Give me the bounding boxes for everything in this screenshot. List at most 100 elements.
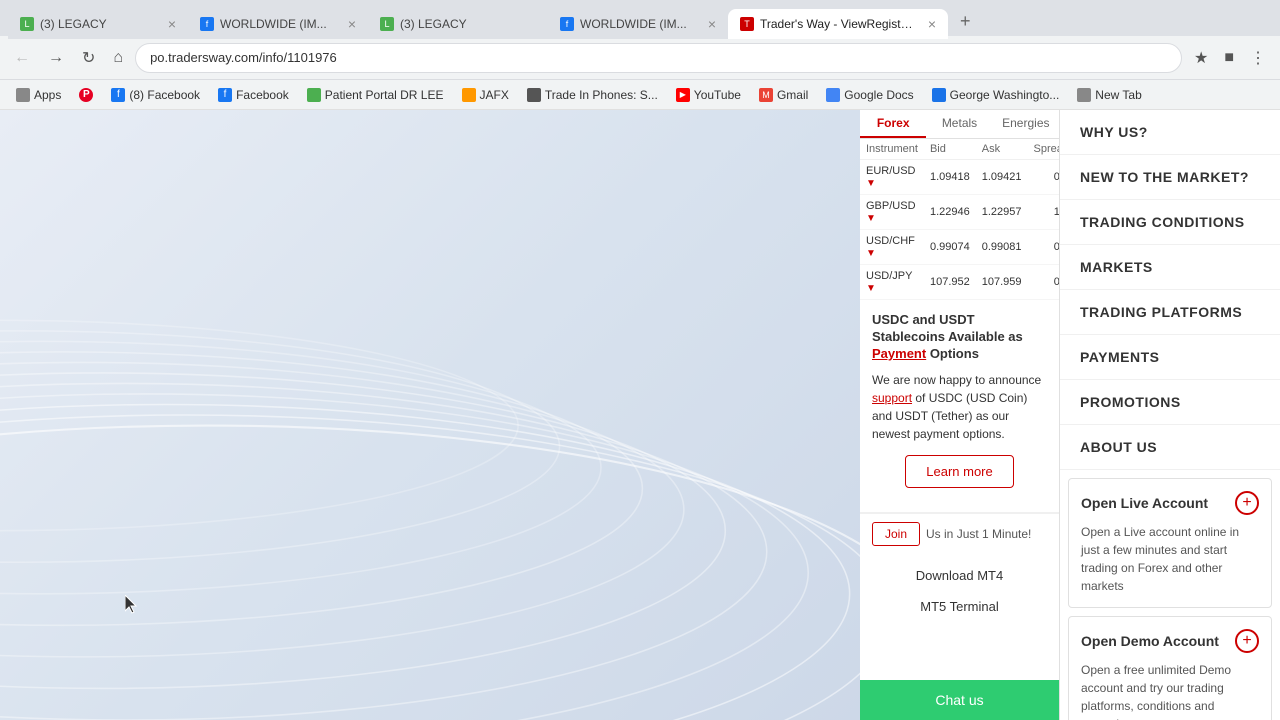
market-ask: 1.22957 <box>976 195 1028 230</box>
right-nav-item-new-market[interactable]: NEW TO THE MARKET? <box>1060 155 1280 200</box>
tab-close-1[interactable]: × <box>168 16 176 32</box>
market-tab-energies[interactable]: Energies <box>993 110 1059 138</box>
nav-icons: ★ ■ ⋮ <box>1188 44 1272 72</box>
new-tab-button[interactable]: + <box>952 11 979 32</box>
demo-account-plus-button[interactable]: + <box>1235 629 1259 653</box>
platform-links: Download MT4 MT5 Terminal <box>860 554 1059 628</box>
tab-close-2[interactable]: × <box>348 16 356 32</box>
bookmark-apps[interactable]: Apps <box>8 86 69 104</box>
market-panel: Forex Metals Energies Instrument Bid Ask… <box>860 110 1060 720</box>
market-spread: 1.1 <box>1028 195 1061 230</box>
bookmark-facebook[interactable]: f Facebook <box>210 86 297 104</box>
bookmark-gwashington-label: George Washingto... <box>950 88 1060 102</box>
market-ask: 107.959 <box>976 265 1028 300</box>
bookmark-newtab-label: New Tab <box>1095 88 1141 102</box>
bookmark-gwashington[interactable]: George Washingto... <box>924 86 1068 104</box>
right-nav-item-promotions[interactable]: PROMOTIONS <box>1060 380 1280 425</box>
join-button[interactable]: Join <box>872 522 920 546</box>
newtab-icon <box>1077 88 1091 102</box>
bookmark-jafx-label: JAFX <box>480 88 509 102</box>
right-nav-item-trading-conditions[interactable]: TRADING CONDITIONS <box>1060 200 1280 245</box>
chat-button[interactable]: Chat us <box>860 680 1059 720</box>
menu-button[interactable]: ⋮ <box>1244 44 1272 72</box>
wave-background <box>0 110 860 720</box>
back-button[interactable]: ← <box>8 45 36 71</box>
gmail-icon: M <box>759 88 773 102</box>
right-nav-item-payments[interactable]: PAYMENTS <box>1060 335 1280 380</box>
bookmark-jafx[interactable]: JAFX <box>454 86 517 104</box>
support-link[interactable]: support <box>872 391 912 405</box>
bookmark-gmail-label: Gmail <box>777 88 808 102</box>
market-instrument: GBP/USD ▼ <box>860 195 924 230</box>
market-spread: 0.7 <box>1028 265 1061 300</box>
bookmark-patient-portal[interactable]: Patient Portal DR LEE <box>299 86 452 104</box>
main-content <box>0 110 860 720</box>
bookmark-star-button[interactable]: ★ <box>1188 44 1214 72</box>
payment-link[interactable]: Payment <box>872 346 926 361</box>
tab-favicon-2: f <box>200 17 214 31</box>
right-nav-item-markets[interactable]: MARKETS <box>1060 245 1280 290</box>
tab-favicon-1: L <box>20 17 34 31</box>
bookmark-trade-phones-label: Trade In Phones: S... <box>545 88 658 102</box>
gwashington-icon <box>932 88 946 102</box>
market-tabs: Forex Metals Energies <box>860 110 1059 139</box>
bookmark-facebook8-label: (8) Facebook <box>129 88 200 102</box>
trend-icon: ▼ <box>866 178 876 189</box>
patient-portal-icon <box>307 88 321 102</box>
market-table-row: USD/JPY ▼ 107.952 107.959 0.7 <box>860 265 1060 300</box>
tab-bar: L (3) LEGACY × f WORLDWIDE (IM... × L (3… <box>0 0 1280 36</box>
tab-close-4[interactable]: × <box>708 16 716 32</box>
demo-account-header: Open Demo Account + <box>1081 629 1259 653</box>
extensions-button[interactable]: ■ <box>1218 45 1240 71</box>
tab-title-1: (3) LEGACY <box>40 17 158 31</box>
bookmark-facebook-label: Facebook <box>236 88 289 102</box>
market-tab-forex[interactable]: Forex <box>860 110 926 138</box>
tab-close-5[interactable]: × <box>928 16 936 32</box>
bookmark-youtube[interactable]: ▶ YouTube <box>668 86 749 104</box>
right-nav-item-trading-platforms[interactable]: TRADING PLATFORMS <box>1060 290 1280 335</box>
market-spread: 0.3 <box>1028 160 1061 195</box>
mt5-terminal-link[interactable]: MT5 Terminal <box>860 591 1059 622</box>
market-tab-metals[interactable]: Metals <box>926 110 992 138</box>
bookmark-gmail[interactable]: M Gmail <box>751 86 816 104</box>
live-account-plus-button[interactable]: + <box>1235 491 1259 515</box>
bookmark-pinterest[interactable]: P <box>71 86 101 104</box>
right-nav: WHY US?NEW TO THE MARKET?TRADING CONDITI… <box>1060 110 1280 720</box>
tab-worldwide-2[interactable]: f WORLDWIDE (IM... × <box>548 9 728 39</box>
market-instrument: USD/JPY ▼ <box>860 265 924 300</box>
market-table-row: USD/CHF ▼ 0.99074 0.99081 0.7 <box>860 230 1060 265</box>
bookmarks-bar: Apps P f (8) Facebook f Facebook Patient… <box>0 80 1280 110</box>
learn-more-button[interactable]: Learn more <box>905 455 1013 488</box>
tab-legacy-1[interactable]: L (3) LEGACY × <box>8 9 188 39</box>
gdocs-icon <box>826 88 840 102</box>
market-bid: 0.99074 <box>924 230 976 265</box>
market-table: Instrument Bid Ask Spread EUR/USD ▼ 1.09… <box>860 139 1060 300</box>
stablecoin-title-text: USDC and USDT Stablecoins Available as P… <box>872 312 1023 361</box>
tab-legacy-2[interactable]: L (3) LEGACY <box>368 9 548 39</box>
home-button[interactable]: ⌂ <box>107 45 129 71</box>
market-ask: 1.09421 <box>976 160 1028 195</box>
bookmark-gdocs[interactable]: Google Docs <box>818 86 921 104</box>
youtube-icon: ▶ <box>676 88 690 102</box>
bookmark-gdocs-label: Google Docs <box>844 88 913 102</box>
col-spread: Spread <box>1028 139 1061 160</box>
join-section: Join Us in Just 1 Minute! <box>860 513 1059 554</box>
address-bar[interactable] <box>135 43 1182 73</box>
market-bid: 1.22946 <box>924 195 976 230</box>
reload-button[interactable]: ↻ <box>76 44 101 72</box>
forward-button[interactable]: → <box>42 45 70 71</box>
live-account-title: Open Live Account <box>1081 495 1208 511</box>
bookmark-trade-phones[interactable]: Trade In Phones: S... <box>519 86 666 104</box>
right-nav-item-about-us[interactable]: ABOUT US <box>1060 425 1280 470</box>
tab-worldwide-1[interactable]: f WORLDWIDE (IM... × <box>188 9 368 39</box>
bookmark-facebook8[interactable]: f (8) Facebook <box>103 86 208 104</box>
market-table-row: GBP/USD ▼ 1.22946 1.22957 1.1 <box>860 195 1060 230</box>
bookmark-apps-label: Apps <box>34 88 61 102</box>
nav-bar: ← → ↻ ⌂ ★ ■ ⋮ <box>0 36 1280 80</box>
market-spread: 0.7 <box>1028 230 1061 265</box>
right-nav-item-why-us[interactable]: WHY US? <box>1060 110 1280 155</box>
bookmark-newtab[interactable]: New Tab <box>1069 86 1149 104</box>
download-mt4-link[interactable]: Download MT4 <box>860 560 1059 591</box>
stablecoin-body: We are now happy to announce support of … <box>872 371 1047 443</box>
tab-tradersway[interactable]: T Trader's Way - ViewRegisteredA... × <box>728 9 948 39</box>
